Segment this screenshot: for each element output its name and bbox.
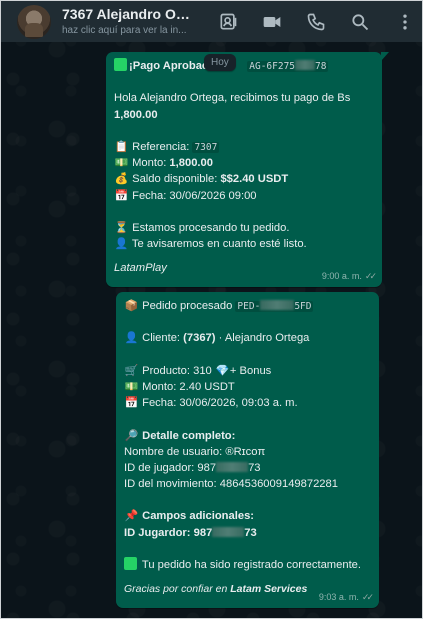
diamond-icon: 💎	[215, 364, 230, 377]
chat-subtitle: haz clic aquí para ver la in...	[62, 25, 187, 36]
fecha-value: 30/06/2026 09:00	[169, 189, 257, 202]
date-chip: Hoy	[204, 54, 236, 71]
fecha-value: 30/06/2026, 09:03 a. m.	[179, 397, 298, 410]
campos-title: Campos adicionales:	[142, 510, 255, 523]
message-meta: 9:03 a. m. ✓✓	[318, 589, 374, 605]
chat-title-block[interactable]: 7367 Alejandro Orte... haz clic aquí par…	[62, 6, 192, 37]
message-time: 9:03 a. m.	[318, 591, 359, 602]
more-options-icon[interactable]	[393, 10, 417, 34]
chat-title: 7367 Alejandro Orte...	[62, 6, 192, 22]
user-icon: 👤	[124, 332, 139, 345]
package-icon: 📦	[124, 300, 139, 312]
gracias-text: Gracias por confiar en	[124, 583, 228, 596]
usuario-text: Nombre de usuario: ®Rɪcoπ	[124, 445, 266, 458]
check-mark-icon	[124, 557, 137, 570]
monto-value: 2.40 USDT	[179, 380, 235, 393]
jugador-label: ID de jugador: 987	[124, 461, 217, 474]
redaction-mask	[260, 300, 295, 310]
redaction-mask	[295, 60, 316, 70]
monto-value: 1,800.00	[169, 157, 213, 170]
payment-code: AG-6F275 78	[247, 60, 329, 72]
message-time: 9:00 a. m.	[321, 270, 362, 281]
cliente-name: · Alejandro Ortega	[218, 332, 310, 345]
phone-icon[interactable]	[304, 10, 328, 34]
detalle-title: Detalle completo:	[142, 429, 236, 442]
notify-text: Te avisaremos en cuanto esté listo.	[131, 238, 307, 251]
check-mark-icon	[114, 58, 127, 71]
money-icon: 💵	[124, 380, 139, 393]
registrado-text: Tu pedido ha sido registrado correctamen…	[141, 559, 362, 571]
cart-icon: 🛒	[124, 364, 139, 377]
clipboard-icon: 📋	[114, 140, 129, 153]
calendar-icon: 📅	[114, 189, 129, 202]
contact-card-icon[interactable]	[216, 10, 240, 34]
message-bubble-order[interactable]: 📦 Pedido procesado PED- 5FD 👤 Cliente: (7…	[116, 292, 379, 608]
payment-amount: 1,800.00	[114, 108, 158, 121]
chat-window: 7367 Alejandro Orte... haz clic aquí par…	[0, 0, 423, 619]
movimiento-text: ID del movimiento: 4864536009149872281	[124, 478, 338, 491]
bubble-tail	[381, 52, 389, 61]
message-bubble-payment[interactable]: ¡Pago Aprobac AG-6F275 78 Hola Alejandro …	[106, 52, 389, 287]
cliente-id: (7367)	[183, 332, 216, 345]
reference-value: 7307	[192, 141, 220, 153]
processing-text: Estamos procesando tu pedido.	[132, 221, 290, 234]
person-icon: 👤	[114, 238, 129, 251]
message-meta: 9:00 a. m. ✓✓	[321, 268, 377, 284]
order-code: PED- 5FD	[235, 300, 314, 312]
video-call-icon[interactable]	[260, 10, 284, 34]
redaction-mask	[216, 461, 249, 472]
money-bag-icon: 💰	[114, 173, 129, 186]
magnifier-icon: 🔎	[124, 429, 139, 442]
calendar-icon: 📅	[124, 397, 139, 410]
gracias-brand: Latam Services	[230, 583, 308, 596]
chat-header[interactable]: 7367 Alejandro Orte... haz clic aquí par…	[1, 1, 422, 42]
payment-title: ¡Pago Aprobac	[129, 60, 209, 72]
pushpin-icon: 📌	[124, 510, 139, 523]
greeting-text: Hola Alejandro Ortega, recibimos tu pago…	[114, 92, 351, 105]
read-ticks-icon: ✓✓	[361, 591, 374, 602]
avatar[interactable]	[17, 4, 51, 39]
read-ticks-icon: ✓✓	[364, 270, 377, 281]
hourglass-icon: ⏳	[114, 221, 129, 234]
order-title: Pedido procesado	[142, 300, 233, 312]
search-icon[interactable]	[348, 10, 372, 34]
money-icon: 💵	[114, 157, 129, 170]
saldo-value: $$2.40 USDT	[220, 173, 289, 186]
redaction-mask	[212, 526, 245, 537]
